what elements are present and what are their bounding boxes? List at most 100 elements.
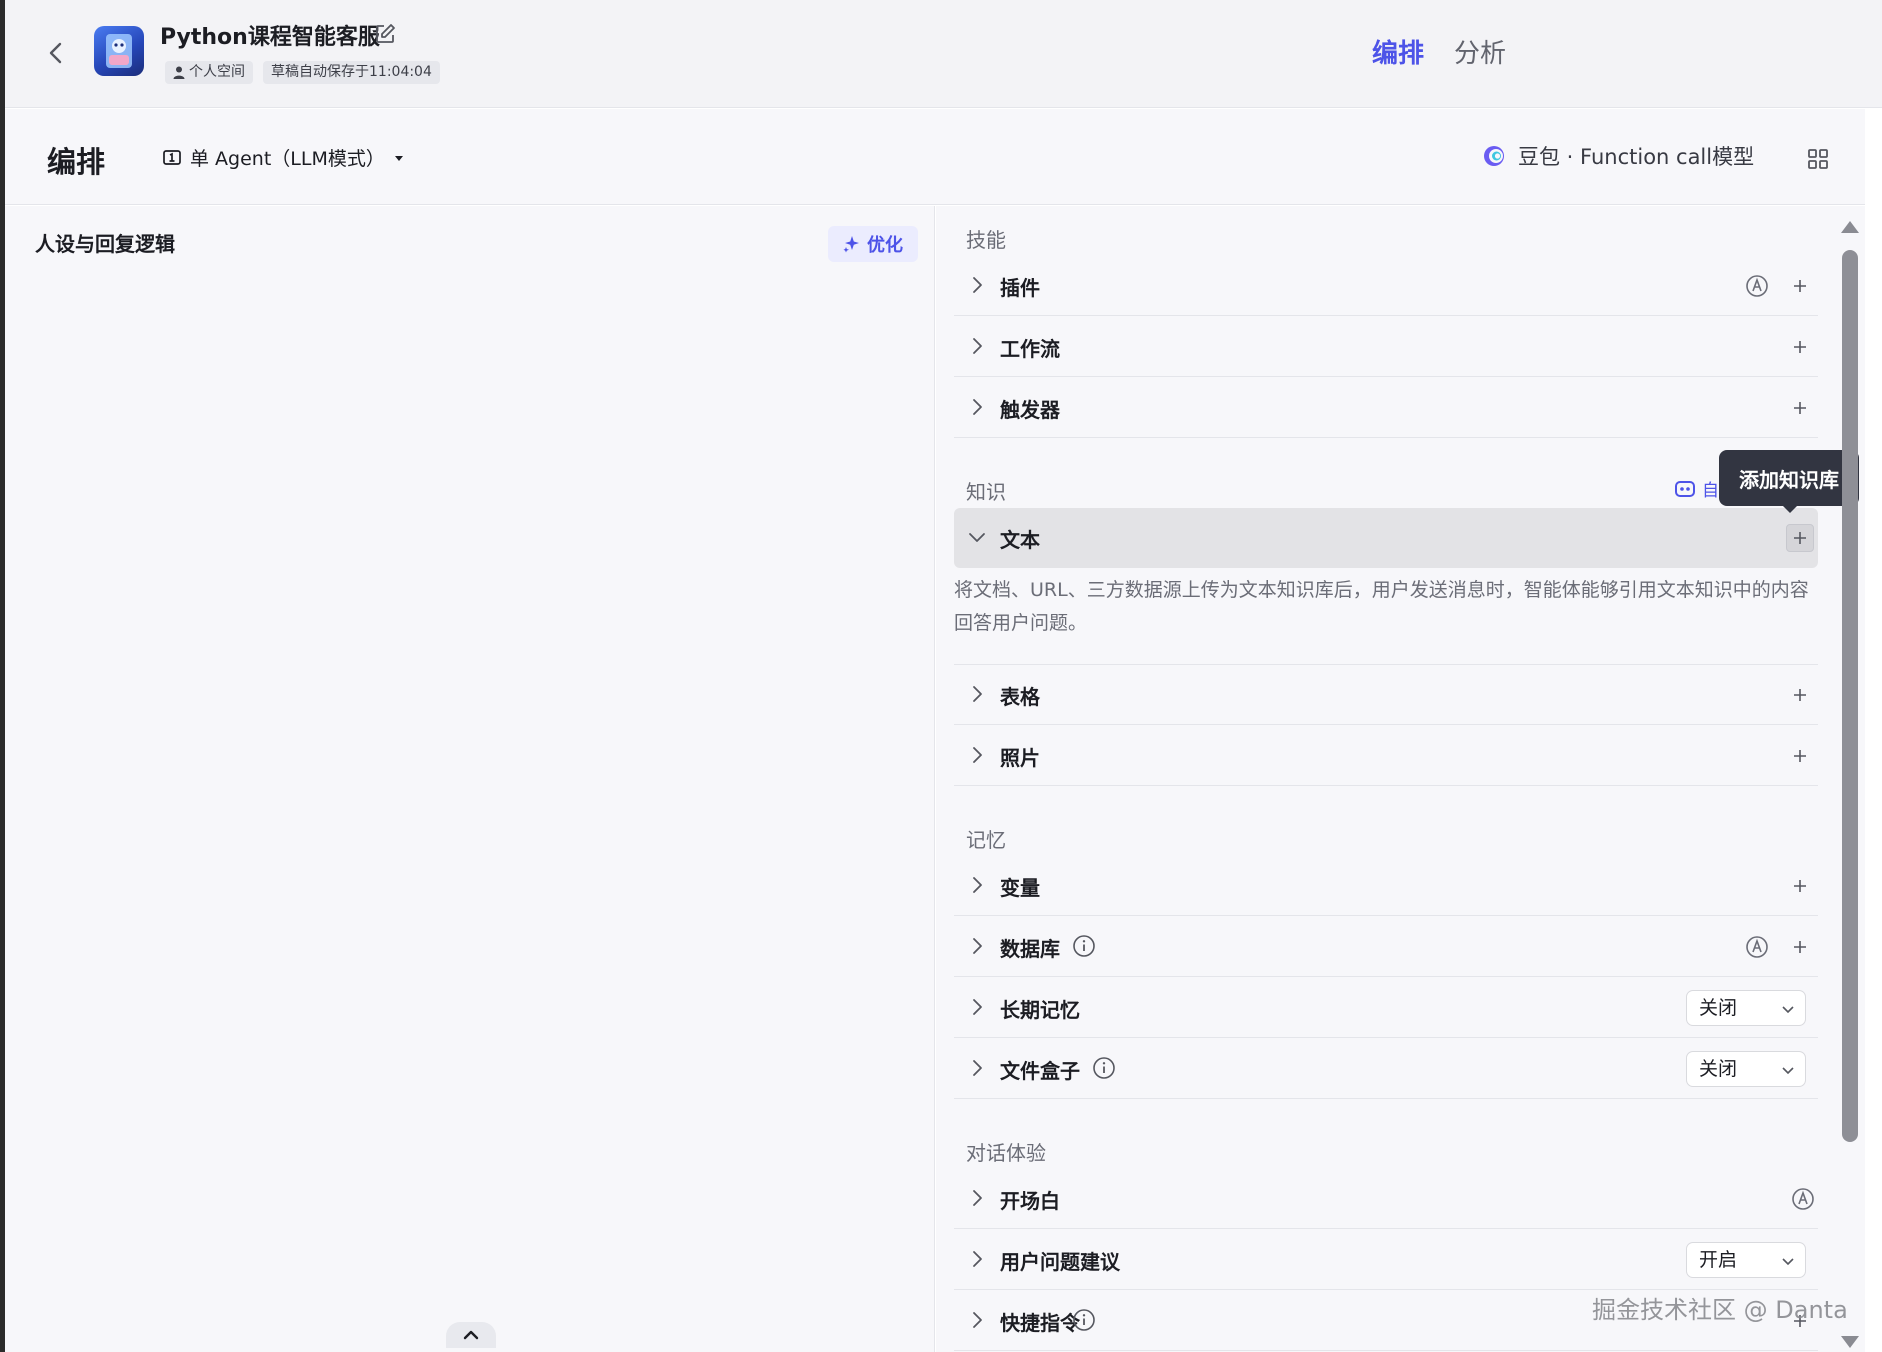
add-variable-button[interactable] <box>1786 872 1814 900</box>
optimize-button[interactable]: 优化 <box>828 226 918 262</box>
tab-analysis[interactable]: 分析 <box>1454 33 1506 70</box>
row-database[interactable]: 数据库 <box>954 917 1818 977</box>
back-button[interactable] <box>41 38 71 68</box>
watermark: 掘金技术社区 @ Danta <box>1592 1296 1848 1324</box>
chevron-right-icon <box>973 338 982 354</box>
question-suggestion-select[interactable]: 开启 <box>1686 1242 1806 1278</box>
scroll-up-arrow[interactable] <box>1841 221 1859 233</box>
chevron-right-icon <box>973 999 982 1015</box>
row-table[interactable]: 表格 <box>954 665 1818 725</box>
chevron-up-icon <box>463 1330 479 1340</box>
agent-mode-label: 单 Agent（LLM模式） <box>190 148 385 170</box>
row-photo-label: 照片 <box>1000 746 1040 770</box>
persona-panel: 人设与回复逻辑 优化 <box>5 206 935 1352</box>
add-table-button[interactable] <box>1786 681 1814 709</box>
file-box-value: 关闭 <box>1699 1058 1738 1080</box>
auto-mode-icon[interactable] <box>1744 273 1770 299</box>
chevron-down-icon <box>1782 1006 1794 1014</box>
memory-section-title: 记忆 <box>966 828 1006 852</box>
tooltip-arrow <box>1782 505 1798 513</box>
row-variable-label: 变量 <box>1000 876 1040 900</box>
row-long-term-memory[interactable]: 长期记忆 关闭 <box>954 978 1818 1038</box>
auto-call-toggle[interactable]: 自 <box>1674 476 1719 501</box>
plus-icon <box>1794 689 1806 701</box>
skills-section-title: 技能 <box>966 228 1006 252</box>
long-term-memory-select[interactable]: 关闭 <box>1686 990 1806 1026</box>
chevron-down-icon <box>1782 1067 1794 1075</box>
chevron-right-icon <box>973 399 982 415</box>
file-box-select[interactable]: 关闭 <box>1686 1051 1806 1087</box>
app-title: Python课程智能客服 <box>160 25 380 50</box>
add-workflow-button[interactable] <box>1786 333 1814 361</box>
grid-icon <box>1808 149 1828 169</box>
plus-icon <box>1794 880 1806 892</box>
chevron-right-icon <box>973 938 982 954</box>
plus-icon <box>1794 402 1806 414</box>
auto-mode-icon[interactable] <box>1744 934 1770 960</box>
layout-grid-button[interactable] <box>1805 146 1831 172</box>
space-tag: 个人空间 <box>165 61 253 84</box>
add-plugin-button[interactable] <box>1786 272 1814 300</box>
chevron-right-icon <box>973 277 982 293</box>
row-opening[interactable]: 开场白 <box>954 1169 1818 1229</box>
chevron-down-icon <box>969 533 985 542</box>
question-suggestion-value: 开启 <box>1699 1249 1738 1271</box>
doubao-logo-icon <box>1484 146 1504 166</box>
add-database-button[interactable] <box>1786 933 1814 961</box>
row-photo[interactable]: 照片 <box>954 726 1818 786</box>
row-file-box[interactable]: 文件盒子 关闭 <box>954 1039 1818 1099</box>
row-question-suggestion-label: 用户问题建议 <box>1000 1250 1120 1274</box>
row-file-box-label: 文件盒子 <box>1000 1059 1080 1083</box>
orchestrate-toolbar: 编排 单 Agent（LLM模式） 豆包 · Function call模型 <box>5 109 1865 205</box>
row-question-suggestion[interactable]: 用户问题建议 开启 <box>954 1230 1818 1290</box>
chevron-right-icon <box>973 1060 982 1076</box>
auto-call-label: 自 <box>1702 481 1719 501</box>
row-plugin-label: 插件 <box>1000 276 1040 300</box>
add-photo-button[interactable] <box>1786 742 1814 770</box>
scrollbar-thumb[interactable] <box>1842 250 1858 1142</box>
info-icon[interactable] <box>1092 1056 1116 1080</box>
meta-row: 个人空间 草稿自动保存于11:04:04 <box>165 61 440 84</box>
plus-icon <box>1794 532 1806 544</box>
info-icon[interactable] <box>1072 934 1096 958</box>
plus-icon <box>1794 341 1806 353</box>
text-knowledge-description: 将文档、URL、三方数据源上传为文本知识库后，用户发送消息时，智能体能够引用文本… <box>954 579 1809 634</box>
app-avatar[interactable] <box>94 26 144 76</box>
optimize-label: 优化 <box>867 235 903 256</box>
tab-orchestrate[interactable]: 编排 <box>1372 33 1424 70</box>
add-trigger-button[interactable] <box>1786 394 1814 422</box>
edit-icon[interactable] <box>373 22 397 46</box>
row-workflow[interactable]: 工作流 <box>954 317 1818 377</box>
row-database-label: 数据库 <box>1000 937 1060 961</box>
auto-mode-icon[interactable] <box>1790 1186 1816 1212</box>
row-text[interactable]: 文本 <box>954 508 1818 568</box>
row-table-label: 表格 <box>1000 685 1040 709</box>
page-title: 编排 <box>47 145 106 179</box>
autosave-tag: 草稿自动保存于11:04:04 <box>263 61 440 84</box>
row-plugin[interactable]: 插件 <box>954 256 1818 316</box>
row-workflow-label: 工作流 <box>1000 337 1060 361</box>
skills-panel: 技能 插件 工作流 触发器 知识 自 文本 将文档、URL、三方数据源上传为文本… <box>936 206 1865 1352</box>
chevron-right-icon <box>973 877 982 893</box>
collapse-handle[interactable] <box>446 1322 496 1348</box>
robot-icon <box>1675 480 1695 497</box>
space-tag-label: 个人空间 <box>189 64 245 80</box>
chevron-right-icon <box>973 1251 982 1267</box>
sparkle-icon <box>843 236 859 253</box>
row-variable[interactable]: 变量 <box>954 856 1818 916</box>
user-icon <box>173 66 185 79</box>
model-select[interactable]: 豆包 · Function call模型 <box>1482 141 1754 171</box>
row-long-term-memory-label: 长期记忆 <box>1000 998 1080 1022</box>
caret-down-icon <box>394 155 403 161</box>
dialog-section-title: 对话体验 <box>966 1141 1046 1165</box>
agent-mode-select[interactable]: 单 Agent（LLM模式） <box>162 144 405 171</box>
row-trigger[interactable]: 触发器 <box>954 378 1818 438</box>
add-text-knowledge-button[interactable] <box>1786 524 1814 552</box>
row-text-label: 文本 <box>1000 528 1040 552</box>
scroll-down-arrow[interactable] <box>1841 1336 1859 1348</box>
plus-icon <box>1794 750 1806 762</box>
plus-icon <box>1794 280 1806 292</box>
chevron-down-icon <box>1782 1258 1794 1266</box>
agent-mode-icon <box>163 149 181 165</box>
info-icon[interactable] <box>1072 1308 1096 1332</box>
